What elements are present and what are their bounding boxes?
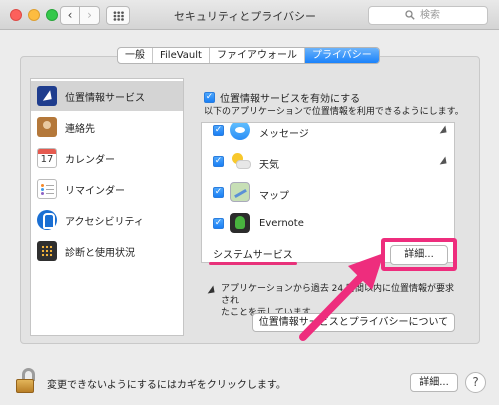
tab-bar: 一般 FileVault ファイアウォール プライバシー [117, 47, 380, 64]
accessibility-icon [37, 210, 57, 230]
minimize-window-button[interactable] [28, 9, 40, 21]
diagnostics-icon [37, 241, 57, 261]
sidebar-item-label: 位置情報サービス [65, 92, 145, 104]
grid-icon [113, 11, 124, 21]
highlight-box [381, 238, 457, 271]
app-name: メッセージ [259, 129, 309, 140]
sidebar-item-label: 連絡先 [65, 123, 95, 135]
app-row-weather: ✓ 天気 [202, 146, 454, 177]
reminders-icon [37, 179, 57, 199]
enable-location-row: ✓ 位置情報サービスを有効にする [204, 90, 360, 105]
sidebar-item-calendar[interactable]: 17 カレンダー [31, 143, 183, 173]
app-checkbox-weather[interactable]: ✓ [213, 156, 224, 167]
sidebar-item-label: カレンダー [65, 154, 115, 166]
sidebar-item-contacts[interactable]: 連絡先 [31, 112, 183, 142]
show-all-button[interactable] [106, 6, 130, 25]
sidebar-item-reminders[interactable]: リマインダー [31, 174, 183, 204]
app-row-maps: ✓ マップ [202, 177, 454, 208]
chevron-left-icon: ‹ [67, 8, 73, 22]
tab-filevault[interactable]: FileVault [153, 48, 210, 63]
sidebar-item-label: アクセシビリティ [65, 216, 144, 228]
location-arrow-icon [206, 285, 215, 294]
search-field[interactable]: 検索 [368, 6, 488, 25]
help-button[interactable]: ? [465, 372, 486, 393]
calendar-icon: 17 [37, 148, 57, 168]
zoom-window-button[interactable] [46, 9, 58, 21]
location-note-line: アプリケーションから過去 24 時間以内に位置情報が要求され [221, 284, 454, 306]
location-description: 以下のアプリケーションで位置情報を利用できるようにします。 [204, 107, 464, 117]
maps-icon [230, 182, 250, 202]
back-button[interactable]: ‹ [60, 6, 80, 25]
tab-general[interactable]: 一般 [118, 48, 153, 63]
app-checkbox-messages[interactable]: ✓ [213, 125, 224, 136]
app-name: Evernote [259, 218, 304, 229]
lock-message: 変更できないようにするにはカギをクリックします。 [47, 380, 286, 391]
app-checkbox-maps[interactable]: ✓ [213, 187, 224, 198]
location-arrow-icon [438, 125, 447, 134]
weather-icon [230, 151, 251, 171]
lock-body [16, 379, 34, 393]
system-services-label: システムサービス [213, 250, 293, 261]
forward-button[interactable]: › [80, 6, 100, 25]
sidebar-item-accessibility[interactable]: アクセシビリティ [31, 205, 183, 235]
calendar-icon-date: 17 [40, 154, 54, 165]
highlight-underline [209, 262, 297, 265]
advanced-details-button[interactable]: 詳細... [410, 373, 458, 392]
app-checkbox-evernote[interactable]: ✓ [213, 218, 224, 229]
search-placeholder: 検索 [420, 10, 440, 21]
search-icon [405, 10, 415, 20]
title-bar: ‹ › セキュリティとプライバシー 検索 [0, 0, 499, 30]
window-title: セキュリティとプライバシー [173, 10, 317, 23]
app-row-messages: ✓ メッセージ [202, 123, 454, 146]
messages-icon [230, 123, 250, 140]
app-row-evernote: ✓ Evernote [202, 208, 454, 239]
lock-icon[interactable] [14, 368, 38, 394]
sidebar-item-label: 診断と使用状況 [65, 247, 135, 259]
chevron-right-icon: › [87, 8, 92, 22]
location-arrow-icon [438, 156, 447, 165]
contacts-icon [37, 117, 57, 137]
app-name: マップ [259, 191, 289, 202]
sidebar-item-diagnostics[interactable]: 診断と使用状況 [31, 236, 183, 266]
enable-location-label: 位置情報サービスを有効にする [220, 94, 361, 105]
location-icon [37, 86, 57, 106]
evernote-icon [230, 213, 250, 233]
privacy-sidebar: 位置情報サービス 連絡先 17 カレンダー リマインダー アクセシビリティ 診断… [30, 78, 184, 336]
sidebar-item-label: リマインダー [65, 185, 125, 197]
sidebar-item-location-services[interactable]: 位置情報サービス [31, 81, 183, 111]
tab-privacy[interactable]: プライバシー [304, 48, 379, 63]
tab-firewall[interactable]: ファイアウォール [210, 48, 305, 63]
app-name: 天気 [259, 160, 279, 171]
about-location-privacy-button[interactable]: 位置情報サービスとプライバシーについて [252, 313, 455, 332]
enable-location-checkbox[interactable]: ✓ [204, 92, 215, 103]
close-window-button[interactable] [10, 9, 22, 21]
